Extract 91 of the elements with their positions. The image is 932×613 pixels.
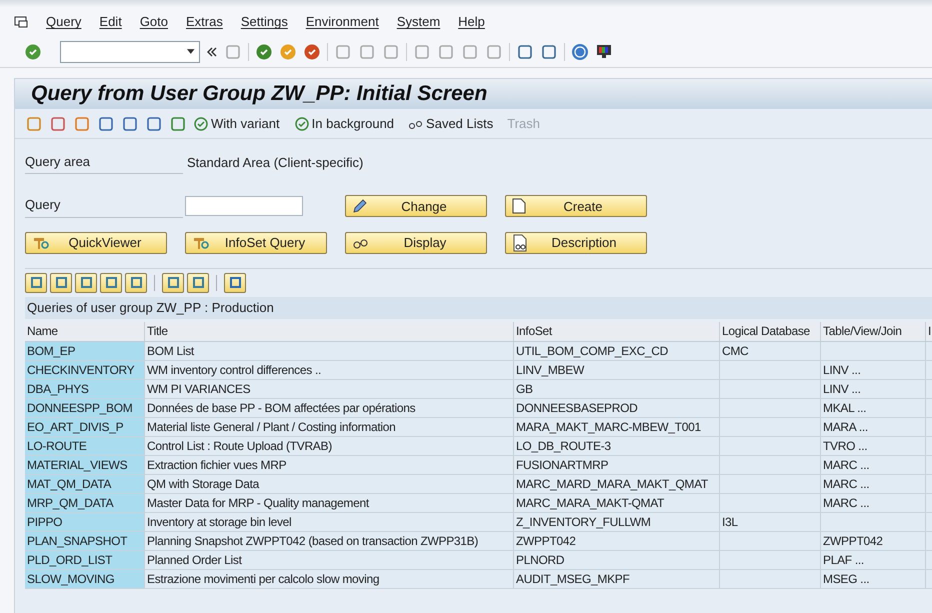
table-cell: MKAL ... [821,398,926,416]
row-key-cell: DONNEESPP_BOM [25,398,145,416]
table-cell: LINV ... [821,380,926,398]
help-icon[interactable] [571,42,589,60]
table-caption: Queries of user group ZW_PP : Production [25,296,932,318]
table-cell: FUSIONARTMRP [514,456,720,474]
table-cell: WM inventory control differences .. [145,360,514,378]
row-key-cell: SLOW_MOVING [25,570,145,588]
document-glasses-icon [512,234,528,252]
menu-item[interactable]: System [396,12,440,32]
column-header[interactable]: I [926,322,932,340]
table-cell: Données de base PP - BOM affectées par opérations [145,398,514,416]
table-cell: QM with Storage Data [145,474,514,492]
action-button[interactable]: QuickViewer [25,232,167,254]
table-cell: Extraction fichier vues MRP [145,456,514,474]
table-cell: AUDIT_MSEG_MKPF [514,570,720,588]
table-cell: Z_INVENTORY_FULLWM [514,512,720,530]
row-key-cell: EO_ART_DIVIS_P [25,418,145,436]
table-cell: Planning Snapshot ZWPPT042 (based on transaction ZWPP31B) [145,532,514,550]
table-cell: ZWPPT042 [514,532,720,550]
row-key-cell: CHECKINVENTORY [25,360,145,378]
table-cell: WM PI VARIANCES [145,380,514,398]
column-header[interactable]: Title [145,322,514,340]
table-cell: TVRO ... [821,436,926,454]
table-cell: Inventory at storage bin level [145,512,514,530]
column-header[interactable]: Table/View/Join [821,322,926,340]
table-cell: Planned Order List [145,550,514,568]
row-key-cell: DBA_PHYS [25,380,145,398]
menu-icon[interactable] [14,16,28,28]
table-cell: PLNORD [514,550,720,568]
field-value: Standard Area (Client-specific) [187,154,364,172]
menu-item[interactable]: Settings [240,12,288,32]
table-cell: Material liste General / Plant / Costing information [145,418,514,436]
action-button[interactable]: Display [345,232,487,254]
menu-item[interactable]: Edit [99,12,122,32]
table-cell: DONNEESBASEPROD [514,398,720,416]
screen-title: Query from User Group ZW_PP: Initial Screen [31,81,488,108]
table-cell: BOM List [145,342,514,360]
column-header[interactable]: Name [25,322,145,340]
field-label: Query area [25,152,183,174]
column-header[interactable]: InfoSet [514,322,720,340]
query-input-field[interactable] [185,196,303,216]
table-cell: UTIL_BOM_COMP_EXC_CD [514,342,720,360]
table-cell: Master Data for MRP - Quality management [145,494,514,512]
toolbar-button[interactable]: In background [294,114,394,134]
action-button[interactable]: InfoSet Query [185,232,327,254]
table-cell: MARC_MARD_MARA_MAKT_QMAT [514,474,720,492]
menu-item[interactable]: Goto [140,12,168,32]
row-key-cell: PIPPO [25,512,145,530]
row-key-cell: LO-ROUTE [25,436,145,454]
table-cell: I3L [720,512,821,530]
command-field[interactable] [60,40,200,62]
table-cell: LO_DB_ROUTE-3 [514,436,720,454]
confirm-icon[interactable] [24,42,42,60]
dropdown-icon [187,49,195,54]
table-cell: Control List : Route Upload (TVRAB) [145,436,514,454]
row-key-cell: MATERIAL_VIEWS [25,456,145,474]
table-cell: ZWPPT042 [821,532,926,550]
toolbar-button[interactable]: With variant [193,114,280,134]
menu-item[interactable]: Query [46,12,82,32]
double-chevron-icon[interactable] [206,46,218,58]
row-key-cell: MAT_QM_DATA [25,474,145,492]
field-label: Query [25,195,183,218]
menu-item[interactable]: Extras [186,12,223,32]
table-cell: MARC_MARA_MAKT-QMAT [514,494,720,512]
action-button[interactable]: Create [505,195,647,218]
action-button[interactable]: Change [345,195,487,218]
action-button[interactable]: Description [505,232,647,254]
table-cell: Estrazione movimenti per calcolo slow moving [145,570,514,588]
page-icon [512,198,526,214]
row-key-cell: MRP_QM_DATA [25,494,145,512]
row-key-cell: BOM_EP [25,342,145,360]
row-key-cell: PLD_ORD_LIST [25,550,145,568]
table-cell: MARA ... [821,418,926,436]
table-cell: MARA_MAKT_MARC-MBEW_T001 [514,418,720,436]
toolbar-button[interactable]: Saved Lists [408,114,494,134]
table-cell: MSEG ... [821,570,926,588]
table-cell: GB [514,380,720,398]
table-cell: PLAF ... [821,550,926,568]
menu-item[interactable]: Help [458,12,485,32]
row-key-cell: PLAN_SNAPSHOT [25,532,145,550]
table-cell: LINV_MBEW [514,360,720,378]
table-cell: LINV ... [821,360,926,378]
pencil-icon [352,198,368,214]
menu-item[interactable]: Environment [306,12,379,32]
table-cell: MARC ... [821,474,926,492]
table-cell: MARC ... [821,494,926,512]
table-cell: MARC ... [821,456,926,474]
table-cell: CMC [720,342,821,360]
monitor-icon[interactable] [595,42,613,60]
column-header[interactable]: Logical Database [720,322,821,340]
